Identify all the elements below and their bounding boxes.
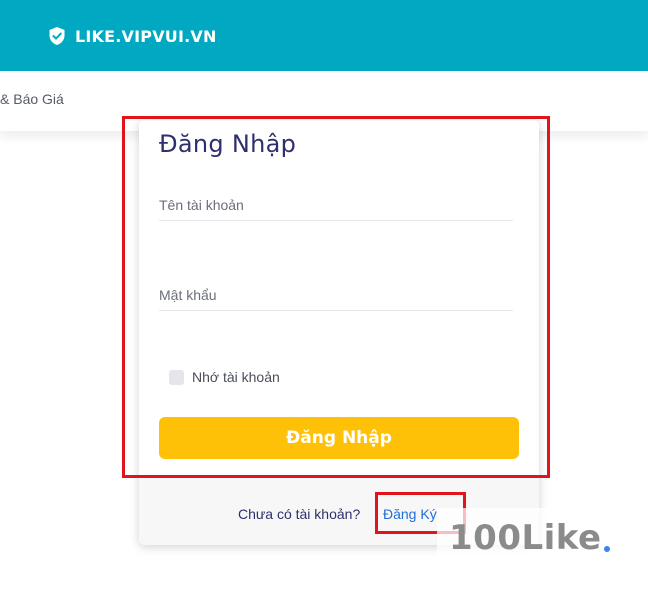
- watermark: 100Like: [437, 508, 617, 578]
- shield-check-icon: [49, 27, 65, 45]
- brand-logo[interactable]: LIKE.VIPVUI.VN: [48, 24, 217, 48]
- annotation-highlight-form: [122, 116, 550, 478]
- brand-name: LIKE.VIPVUI.VN: [75, 26, 217, 46]
- nav-item-pricing[interactable]: & Báo Giá: [0, 91, 64, 107]
- no-account-prompt: Chưa có tài khoản?: [238, 506, 361, 522]
- top-navbar: LIKE.VIPVUI.VN: [0, 0, 648, 71]
- watermark-text: 100Like: [449, 518, 602, 558]
- watermark-dot: [604, 546, 610, 552]
